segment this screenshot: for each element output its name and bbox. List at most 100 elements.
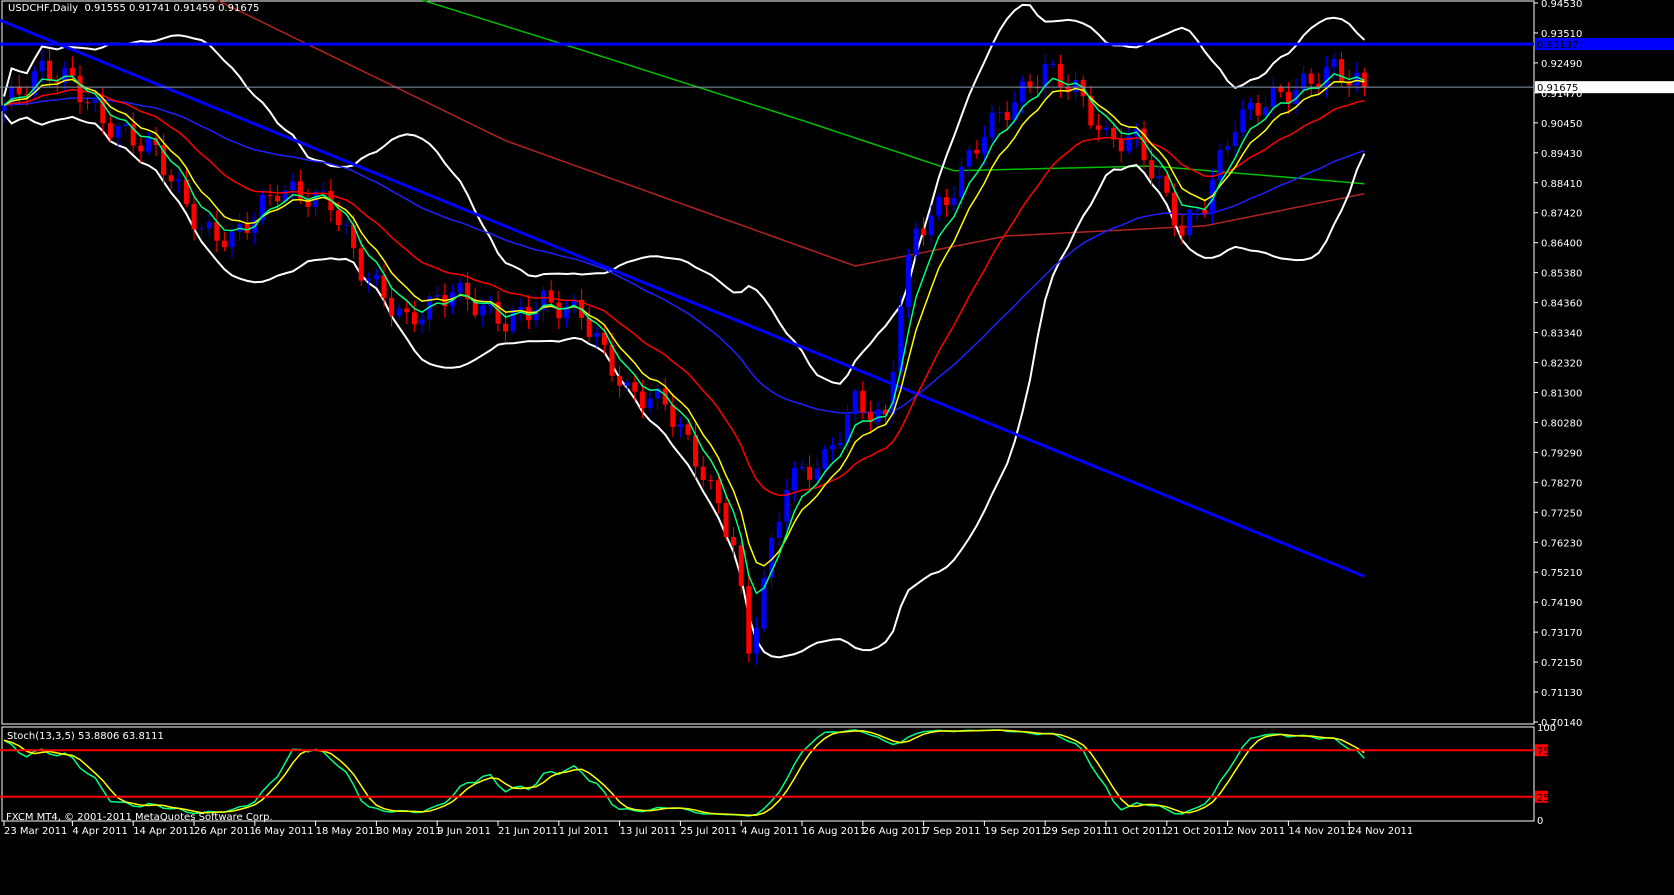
candle-body <box>913 228 919 256</box>
stoch-main-line <box>3 729 1365 817</box>
candle-body <box>1225 146 1231 151</box>
candle-body <box>624 382 630 386</box>
candle-body <box>168 175 174 182</box>
candle-body <box>335 210 341 225</box>
candle-body <box>389 297 395 316</box>
candle <box>1278 84 1284 98</box>
date-tick-label: 2 Nov 2011 <box>1228 826 1286 837</box>
candle-body <box>989 112 995 138</box>
candle-body <box>145 137 151 152</box>
candle-body <box>16 86 22 95</box>
candle-body <box>85 102 91 104</box>
candle <box>244 212 250 240</box>
candle-body <box>191 203 197 230</box>
candle <box>404 300 410 324</box>
candle-body <box>1171 192 1177 226</box>
date-tick-label: 4 Aug 2011 <box>741 826 799 837</box>
candle <box>1027 73 1033 94</box>
candle-body <box>1331 59 1337 68</box>
symbol-label: USDCHF,Daily <box>8 3 79 14</box>
candle-body <box>1194 209 1200 211</box>
candle-body <box>921 228 927 236</box>
candle-body <box>617 375 623 386</box>
date-tick-label: 21 Oct 2011 <box>1167 826 1229 837</box>
date-tick-label: 29 Sep 2011 <box>1045 826 1108 837</box>
candle <box>1308 68 1314 96</box>
candle-body <box>290 181 296 191</box>
candle <box>700 455 706 487</box>
candle-body <box>753 628 759 654</box>
horizontal-level-label: 0.93137 <box>1537 40 1578 51</box>
candle <box>1042 53 1048 100</box>
candle <box>206 213 212 236</box>
candle-body <box>928 215 934 236</box>
candle <box>563 299 569 328</box>
candle <box>229 227 235 259</box>
candle-body <box>199 228 205 230</box>
candle <box>791 461 797 502</box>
candle-body <box>457 282 463 293</box>
candle-body <box>981 137 987 154</box>
candle-body <box>69 67 75 76</box>
candle <box>541 286 547 322</box>
stoch-level-label: 25 <box>1537 793 1550 804</box>
candle-body <box>1027 81 1033 87</box>
candle-body <box>814 468 820 480</box>
candle-body <box>358 248 364 281</box>
price-tick-label: 0.78270 <box>1541 478 1582 489</box>
candle-body <box>548 290 554 303</box>
candle-body <box>905 255 911 307</box>
candle-body <box>1263 107 1269 116</box>
price-tick-label: 0.94530 <box>1541 0 1582 10</box>
price-tick-label: 0.85380 <box>1541 269 1582 280</box>
price-tick-label: 0.74190 <box>1541 598 1582 609</box>
candle-body <box>1217 150 1223 181</box>
candle <box>31 66 37 101</box>
date-tick-label: 25 Jul 2011 <box>680 826 737 837</box>
candle-body <box>731 536 737 546</box>
date-tick-label: 21 Jun 2011 <box>498 826 558 837</box>
stoch-title: Stoch(13,3,5) 53.8806 63.8111 <box>7 731 164 742</box>
candle-body <box>1149 160 1155 179</box>
candle-body <box>503 323 509 332</box>
price-tick-label: 0.79290 <box>1541 448 1582 459</box>
candle <box>997 106 1003 123</box>
candle <box>85 97 91 110</box>
candle-body <box>594 332 600 337</box>
ma100-line <box>421 0 1365 185</box>
date-tick-label: 11 Oct 2011 <box>1106 826 1168 837</box>
candle <box>677 417 683 438</box>
candle <box>860 381 866 420</box>
candle-body <box>936 197 942 216</box>
candle-body <box>77 75 83 103</box>
price-tick-label: 0.88410 <box>1541 179 1582 190</box>
candle-body <box>404 308 410 313</box>
candle <box>123 114 129 134</box>
price-tick-label: 0.83340 <box>1541 329 1582 340</box>
candle-body <box>670 404 676 427</box>
candle <box>176 172 182 193</box>
candle-body <box>275 195 281 202</box>
candle-body <box>1050 63 1056 65</box>
candle <box>1339 52 1345 86</box>
candle-body <box>320 190 326 192</box>
candle <box>647 389 653 414</box>
candle <box>776 511 782 546</box>
price-tick-label: 0.89430 <box>1541 149 1582 160</box>
candle <box>1050 60 1056 68</box>
candle-body <box>343 224 349 226</box>
price-chart: 0.945300.935100.924900.914700.904500.894… <box>0 0 1674 837</box>
candle-body <box>639 391 645 409</box>
candle <box>199 224 205 239</box>
stoch-signal-line <box>3 729 1365 817</box>
trendline-diagonal <box>0 18 1365 578</box>
candle <box>1126 125 1132 155</box>
candle <box>746 576 752 663</box>
candle-body <box>39 60 45 72</box>
date-tick-label: 6 May 2011 <box>255 826 314 837</box>
candle <box>966 146 972 177</box>
date-tick-label: 19 Sep 2011 <box>984 826 1047 837</box>
date-tick-label: 23 Mar 2011 <box>4 826 67 837</box>
candle <box>1232 120 1238 158</box>
candle <box>586 306 592 342</box>
